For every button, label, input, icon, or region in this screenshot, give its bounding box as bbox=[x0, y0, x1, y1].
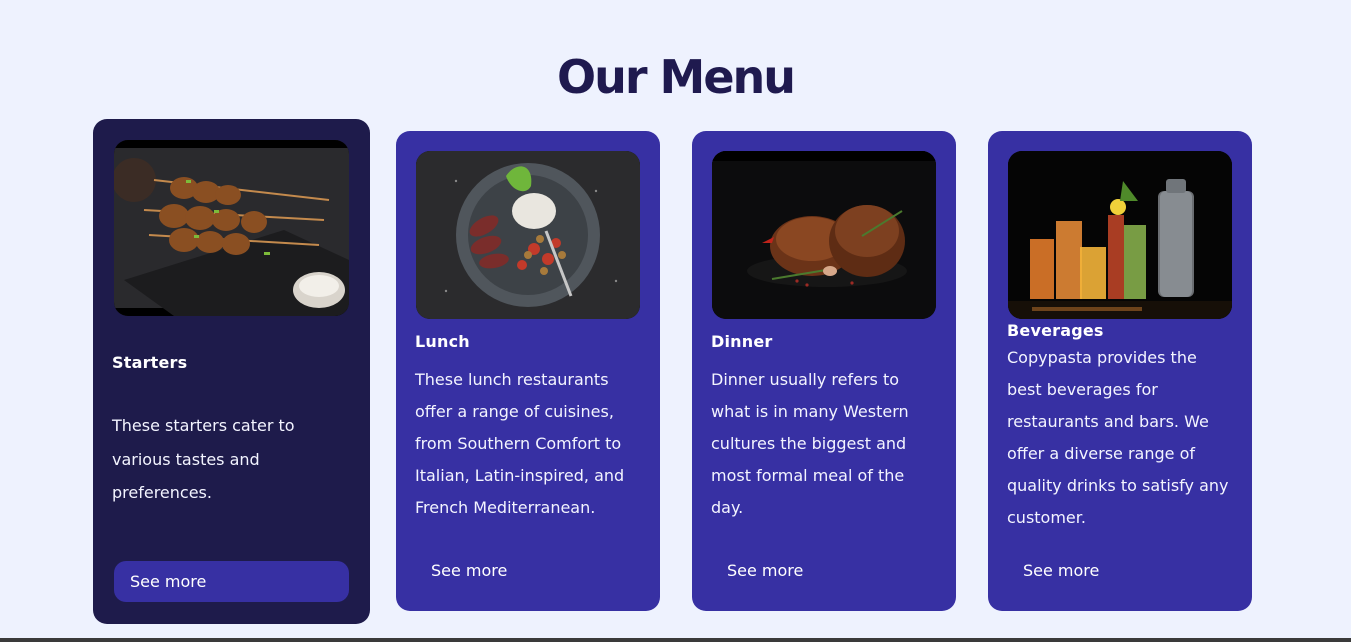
menu-card-starters: Starters These starters cater to various… bbox=[93, 119, 370, 624]
lunch-title: Lunch bbox=[415, 332, 470, 351]
starters-title: Starters bbox=[112, 353, 188, 372]
bottom-divider bbox=[0, 638, 1351, 642]
starters-see-more-button[interactable]: See more bbox=[114, 561, 349, 602]
page-title: Our Menu bbox=[556, 50, 796, 104]
menu-card-beverages: Beverages Copypasta provides the best be… bbox=[988, 131, 1252, 611]
dinner-image bbox=[712, 151, 936, 319]
dinner-description: Dinner usually refers to what is in many… bbox=[711, 370, 909, 517]
beverages-see-more-button[interactable]: See more bbox=[1007, 549, 1115, 591]
lunch-see-more-button[interactable]: See more bbox=[415, 549, 523, 591]
beverages-title: Beverages bbox=[1007, 321, 1104, 340]
lunch-image bbox=[416, 151, 640, 319]
starters-image bbox=[114, 140, 349, 316]
beverages-image bbox=[1008, 151, 1232, 319]
lunch-description: These lunch restaurants offer a range of… bbox=[415, 370, 625, 517]
dinner-title: Dinner bbox=[711, 332, 773, 351]
menu-card-dinner: Dinner Dinner usually refers to what is … bbox=[692, 131, 956, 611]
starters-description: These starters cater to various tastes a… bbox=[112, 416, 295, 502]
dinner-see-more-button[interactable]: See more bbox=[711, 549, 819, 591]
menu-card-lunch: Lunch These lunch restaurants offer a ra… bbox=[396, 131, 660, 611]
beverages-description: Copypasta provides the best beverages fo… bbox=[1007, 348, 1229, 527]
